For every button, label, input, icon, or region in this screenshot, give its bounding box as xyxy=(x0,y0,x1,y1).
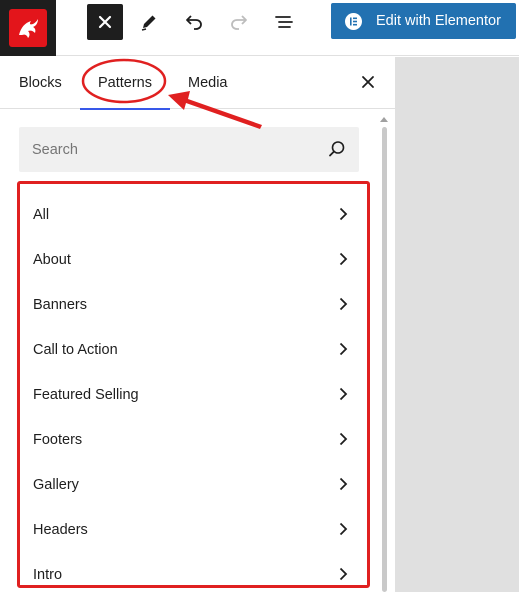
chevron-right-icon xyxy=(339,252,348,266)
scrollbar-thumb[interactable] xyxy=(382,127,387,592)
category-item-gallery[interactable]: Gallery xyxy=(20,462,367,507)
category-label: Gallery xyxy=(33,476,79,493)
search-icon[interactable] xyxy=(327,139,347,159)
tab-patterns-label: Patterns xyxy=(98,75,152,91)
active-tab-indicator xyxy=(80,108,170,110)
category-label: Intro xyxy=(33,566,63,583)
redo-icon xyxy=(231,15,247,30)
category-label: Call to Action xyxy=(33,341,118,358)
category-label: Banners xyxy=(33,296,88,313)
tab-patterns[interactable]: Patterns xyxy=(80,57,170,110)
redo-button[interactable] xyxy=(221,4,257,40)
panel-scrollbar[interactable] xyxy=(379,115,389,592)
chevron-right-icon xyxy=(339,477,348,491)
undo-button[interactable] xyxy=(176,4,212,40)
editor-canvas[interactable] xyxy=(396,57,519,592)
category-item-all[interactable]: All xyxy=(20,192,367,237)
tools-button[interactable] xyxy=(131,4,167,40)
pattern-category-list: All About Banners Call to Action Feature… xyxy=(17,181,370,588)
site-logo-button[interactable] xyxy=(0,0,56,56)
chevron-right-icon xyxy=(339,207,348,221)
edit-with-elementor-button[interactable]: Edit with Elementor xyxy=(331,3,516,39)
document-overview-button[interactable] xyxy=(266,4,302,40)
category-item-featured-selling[interactable]: Featured Selling xyxy=(20,372,367,417)
category-item-about[interactable]: About xyxy=(20,237,367,282)
inserter-tabs: Blocks Patterns Media xyxy=(0,57,396,110)
tab-blocks[interactable]: Blocks xyxy=(19,57,62,109)
search-input[interactable] xyxy=(19,141,309,158)
chevron-right-icon xyxy=(339,387,348,401)
chevron-right-icon xyxy=(339,567,348,581)
pen-icon xyxy=(141,15,156,31)
close-icon xyxy=(362,76,374,88)
chevron-right-icon xyxy=(339,342,348,356)
editor-top-toolbar: Edit with Elementor xyxy=(0,0,519,56)
category-item-footers[interactable]: Footers xyxy=(20,417,367,462)
list-view-icon xyxy=(275,16,293,28)
tab-blocks-label: Blocks xyxy=(19,75,62,91)
pattern-search xyxy=(19,127,359,172)
chevron-right-icon xyxy=(339,432,348,446)
dragon-logo-icon xyxy=(9,9,47,47)
category-label: Headers xyxy=(33,521,88,538)
tab-media[interactable]: Media xyxy=(188,57,228,109)
close-editor-button[interactable] xyxy=(87,4,123,40)
close-icon xyxy=(98,15,112,29)
edit-with-elementor-label: Edit with Elementor xyxy=(376,13,501,29)
chevron-right-icon xyxy=(339,522,348,536)
category-label: Footers xyxy=(33,431,83,448)
tab-media-label: Media xyxy=(188,75,228,91)
category-label: Featured Selling xyxy=(33,386,139,403)
elementor-icon xyxy=(345,12,362,30)
category-label: All xyxy=(33,206,50,223)
scroll-up-arrow-icon[interactable] xyxy=(380,117,388,122)
category-item-intro[interactable]: Intro xyxy=(20,552,367,585)
undo-icon xyxy=(186,15,202,30)
chevron-right-icon xyxy=(339,297,348,311)
category-item-call-to-action[interactable]: Call to Action xyxy=(20,327,367,372)
close-inserter-button[interactable] xyxy=(355,69,381,95)
category-item-headers[interactable]: Headers xyxy=(20,507,367,552)
category-item-banners[interactable]: Banners xyxy=(20,282,367,327)
block-inserter-panel: Blocks Patterns Media All Abo xyxy=(0,57,396,592)
category-label: About xyxy=(33,251,71,268)
